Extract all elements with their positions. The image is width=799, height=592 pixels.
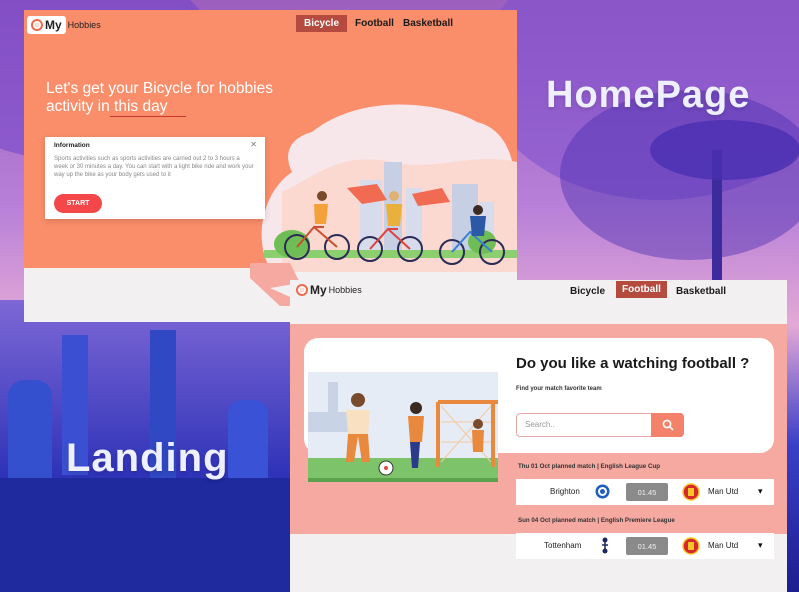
search-placeholder: Search.. [525, 420, 555, 429]
home-team-2: Tottenham [544, 541, 582, 550]
man-utd-badge-icon [682, 537, 700, 555]
homepage-logo[interactable]: ☺ My Hobbies [27, 16, 101, 34]
nav-basketball[interactable]: Basketball [395, 15, 461, 32]
question-subtitle: Find your match favorite team [516, 386, 602, 392]
nav-bicycle[interactable]: Bicycle [564, 283, 611, 300]
match-header-1: Thu 01 Oct planned match | English Leagu… [518, 463, 660, 470]
logo-my-text: My [45, 18, 62, 32]
logo-my-text: My [310, 283, 327, 297]
nav-bicycle[interactable]: Bicycle [296, 15, 348, 32]
tree-shape [650, 120, 799, 180]
landing-logo[interactable]: ☺ My Hobbies [296, 283, 362, 297]
search-icon [662, 419, 674, 431]
logo-hobbies-text: Hobbies [328, 285, 362, 295]
homepage-overlay-title: HomePage [546, 74, 751, 116]
home-team-1: Brighton [550, 487, 580, 496]
close-icon[interactable]: ✕ [250, 140, 257, 149]
football-players-illustration [308, 372, 498, 482]
hero-underline [110, 116, 186, 117]
brighton-badge-icon [595, 484, 610, 499]
nav-football[interactable]: Football [616, 281, 667, 298]
search-button[interactable] [651, 413, 684, 437]
match-row-2[interactable]: Tottenham 01.45 Man Utd ▾ [516, 533, 774, 559]
info-text: Sports activities such as sports activit… [54, 156, 254, 178]
expand-caret-icon[interactable]: ▾ [758, 486, 763, 497]
chimney-shape [8, 380, 52, 490]
match-header-2: Sun 04 Oct planned match | English Premi… [518, 517, 675, 524]
question-heading: Do you like a watching football ? [516, 355, 750, 372]
logo-icon: ☺ [296, 284, 308, 296]
score-2: 01.45 [626, 537, 668, 555]
match-row-1[interactable]: Brighton 01.45 Man Utd ▾ [516, 479, 774, 505]
logo-hobbies-text: Hobbies [67, 20, 101, 30]
away-team-2: Man Utd [708, 541, 739, 550]
logo-box: ☺ My [27, 16, 66, 34]
chimney-shape [228, 400, 268, 480]
nav-football[interactable]: Football [347, 15, 402, 32]
cyclists-illustration [261, 104, 517, 272]
information-popup: Information ✕ Sports activities such as … [45, 137, 265, 219]
score-1: 01.45 [626, 483, 668, 501]
expand-caret-icon[interactable]: ▾ [758, 540, 763, 551]
landing-screen: ☺ My Hobbies Bicycle Football Basketball… [290, 280, 787, 592]
tottenham-badge-icon [602, 537, 608, 554]
start-button[interactable]: START [54, 194, 102, 213]
logo-icon: ☺ [31, 19, 43, 31]
info-title: Information [54, 142, 90, 149]
homepage-navbar: ☺ My Hobbies Bicycle Football Basketball [24, 10, 517, 40]
landing-overlay-title: Landing [66, 436, 229, 480]
nav-basketball[interactable]: Basketball [670, 283, 732, 300]
man-utd-badge-icon [682, 483, 700, 501]
away-team-1: Man Utd [708, 487, 739, 496]
